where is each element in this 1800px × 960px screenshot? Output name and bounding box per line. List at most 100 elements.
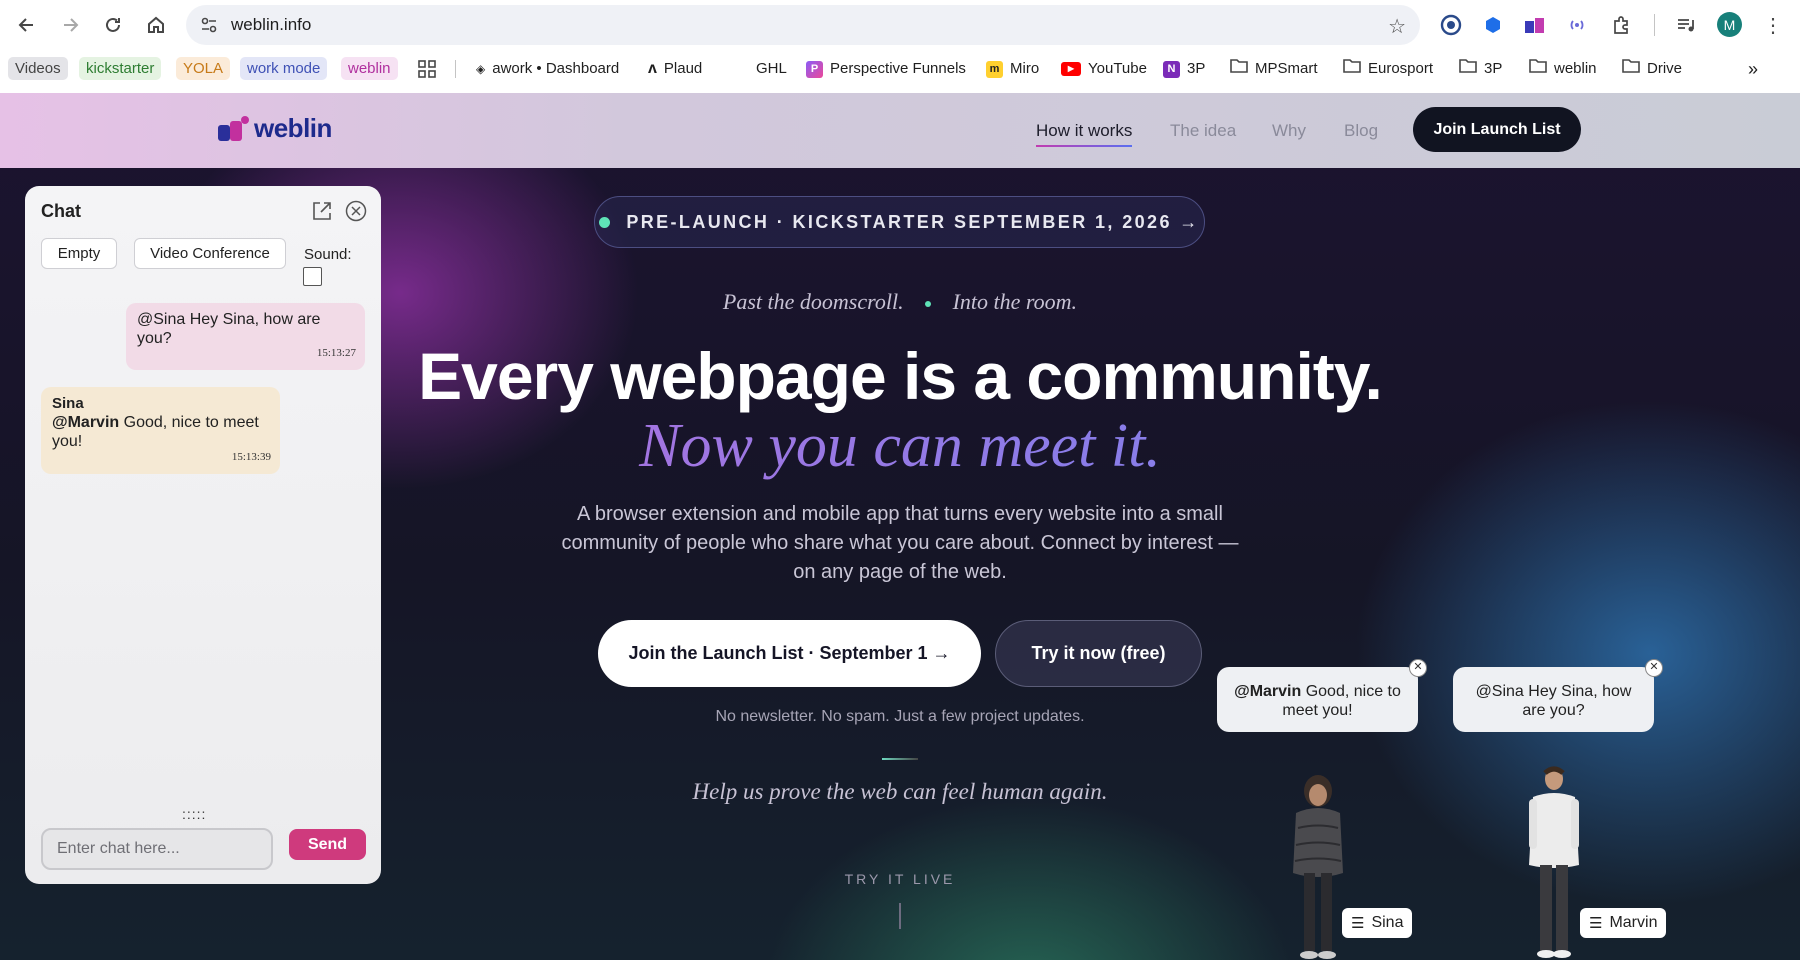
bookmark-chip-weblin[interactable]: weblin: [341, 57, 398, 80]
popout-icon[interactable]: [311, 200, 333, 227]
site-header: weblin How it works The idea Why Blog Jo…: [0, 93, 1800, 168]
nav-active-underline: [1036, 145, 1132, 147]
close-chat-icon[interactable]: [345, 200, 367, 227]
extension-blue-icon[interactable]: [1479, 11, 1507, 39]
bookmark-youtube[interactable]: ▶ YouTube: [1061, 57, 1147, 81]
awork-icon: ◈: [476, 62, 486, 76]
bookmark-label: YouTube: [1088, 60, 1147, 77]
plaud-icon: ʌ: [648, 60, 657, 77]
bookmark-label: MPSmart: [1255, 60, 1318, 77]
bookmark-miro[interactable]: m Miro: [986, 57, 1039, 81]
folder-icon: [1622, 57, 1640, 81]
bookmark-perspective-funnels[interactable]: P Perspective Funnels: [806, 57, 966, 81]
url-text[interactable]: weblin.info: [231, 15, 311, 35]
bookmark-label: Miro: [1010, 60, 1040, 77]
bookmark-label: Drive: [1647, 60, 1683, 77]
profile-avatar[interactable]: M: [1717, 12, 1742, 37]
marvin-speech-bubble: @Sina Hey Sina, how are you? ✕: [1453, 659, 1663, 732]
bubble-mention: @Marvin: [1234, 683, 1302, 700]
bookmark-label: weblin: [1554, 60, 1597, 77]
password-manager-icon[interactable]: [1437, 11, 1465, 39]
message-text: @Sina Hey Sina, how are you?: [137, 311, 321, 347]
bookmark-folder-eurosport[interactable]: Eurosport: [1343, 57, 1433, 81]
menu-kebab-icon[interactable]: ⋮: [1759, 11, 1787, 39]
toolbar-divider: [1654, 14, 1655, 36]
tagline-left: Past the doomscroll.: [722, 289, 904, 314]
folder-icon: [1230, 57, 1248, 81]
empty-button[interactable]: Empty: [41, 238, 117, 269]
bookmark-label: 3P: [1484, 60, 1503, 77]
send-button[interactable]: Send: [289, 829, 366, 860]
bubble-text: @Sina Hey Sina, how are you?: [1475, 683, 1632, 719]
nav-blog[interactable]: Blog: [1344, 121, 1378, 141]
star-icon[interactable]: ☆: [1388, 14, 1406, 39]
chat-panel: Chat Empty Video Conference Sound: @Sina…: [25, 186, 381, 884]
weblin-logo[interactable]: weblin: [218, 113, 332, 144]
perspective-icon: P: [806, 60, 823, 78]
bookmark-awork[interactable]: ◈ awork • Dashboard: [476, 57, 619, 81]
sound-checkbox[interactable]: [303, 267, 322, 286]
section-divider: [882, 758, 918, 760]
close-bubble-icon[interactable]: ✕: [1409, 659, 1427, 677]
bookmark-ghl[interactable]: GHL: [756, 57, 787, 81]
resize-handle[interactable]: :::::: [182, 806, 206, 822]
bookmark-folder-weblin[interactable]: weblin: [1529, 57, 1597, 81]
broadcast-icon[interactable]: [1563, 11, 1591, 39]
logo-text: weblin: [254, 113, 332, 143]
forward-icon[interactable]: [55, 10, 85, 40]
bookmark-chip-yola[interactable]: YOLA: [176, 57, 231, 80]
reload-icon[interactable]: [98, 10, 128, 40]
apps-grid-icon[interactable]: [418, 57, 436, 81]
hero-description: A browser extension and mobile app that …: [561, 503, 1239, 583]
message-time: 15:13:39: [231, 451, 271, 463]
nav-the-idea[interactable]: The idea: [1170, 121, 1236, 141]
prelaunch-text: PRE-LAUNCH · KICKSTARTER SEPTEMBER 1, 20…: [626, 211, 1200, 232]
bookmark-label: GHL: [756, 60, 787, 77]
sina-name-tag[interactable]: ☰ Sina: [1342, 908, 1413, 938]
bookmark-3p[interactable]: N 3P: [1163, 57, 1205, 81]
close-bubble-icon[interactable]: ✕: [1645, 659, 1663, 677]
bookmark-chip-kickstarter[interactable]: kickstarter: [79, 57, 162, 80]
youtube-icon: ▶: [1061, 62, 1081, 76]
bookmarks-divider: [455, 60, 456, 78]
nav-why[interactable]: Why: [1272, 121, 1306, 141]
weblin-extension-icon[interactable]: [1521, 11, 1549, 39]
bookmark-label: 3P: [1187, 60, 1206, 77]
site-info-icon[interactable]: [200, 16, 218, 39]
bookmark-folder-3p[interactable]: 3P: [1459, 57, 1502, 81]
try-it-live-line: [899, 903, 901, 929]
back-icon[interactable]: [12, 10, 42, 40]
media-queue-icon[interactable]: [1672, 11, 1700, 39]
marvin-avatar-figure[interactable]: [1519, 765, 1589, 960]
avatar-name: Marvin: [1609, 914, 1658, 931]
more-bookmarks-icon[interactable]: »: [1748, 57, 1758, 81]
tagline-dot: [925, 300, 932, 307]
weblin-logo-icon: [218, 115, 249, 141]
chat-input[interactable]: Enter chat here...: [41, 828, 273, 870]
bookmark-folder-drive[interactable]: Drive: [1622, 57, 1682, 81]
sound-label: Sound:: [304, 246, 352, 263]
status-dot: [599, 216, 611, 228]
join-launch-list-button[interactable]: Join Launch List: [1413, 107, 1581, 152]
bookmark-label: Perspective Funnels: [830, 60, 966, 77]
extensions-puzzle-icon[interactable]: [1608, 11, 1636, 39]
message-time: 15:13:27: [316, 347, 356, 359]
try-it-now-button[interactable]: Try it now (free): [995, 620, 1202, 687]
bookmark-label: Eurosport: [1368, 60, 1434, 77]
bubble-text: Good, nice to meet you!: [1282, 683, 1401, 719]
nav-how-it-works[interactable]: How it works: [1036, 121, 1132, 141]
address-bar[interactable]: weblin.info ☆: [186, 5, 1420, 45]
bookmark-plaud[interactable]: ʌ Plaud: [648, 57, 702, 81]
join-launch-list-cta[interactable]: Join the Launch List · September 1 →: [598, 620, 981, 687]
prelaunch-pill[interactable]: PRE-LAUNCH · KICKSTARTER SEPTEMBER 1, 20…: [594, 196, 1205, 248]
home-icon[interactable]: [141, 10, 171, 40]
bookmark-label: Plaud: [663, 60, 703, 77]
marvin-name-tag[interactable]: ☰ Marvin: [1580, 908, 1667, 938]
bookmark-chip-work-mode[interactable]: work mode: [240, 57, 328, 80]
bookmark-label: awork • Dashboard: [492, 60, 620, 77]
chat-message-outgoing: @Sina Hey Sina, how are you? 15:13:27: [126, 303, 365, 370]
tagline-right: Into the room.: [952, 289, 1078, 314]
bookmark-chip-videos[interactable]: Videos: [8, 57, 68, 80]
video-conference-button[interactable]: Video Conference: [134, 238, 286, 269]
bookmark-folder-mpsmart[interactable]: MPSmart: [1230, 57, 1318, 81]
